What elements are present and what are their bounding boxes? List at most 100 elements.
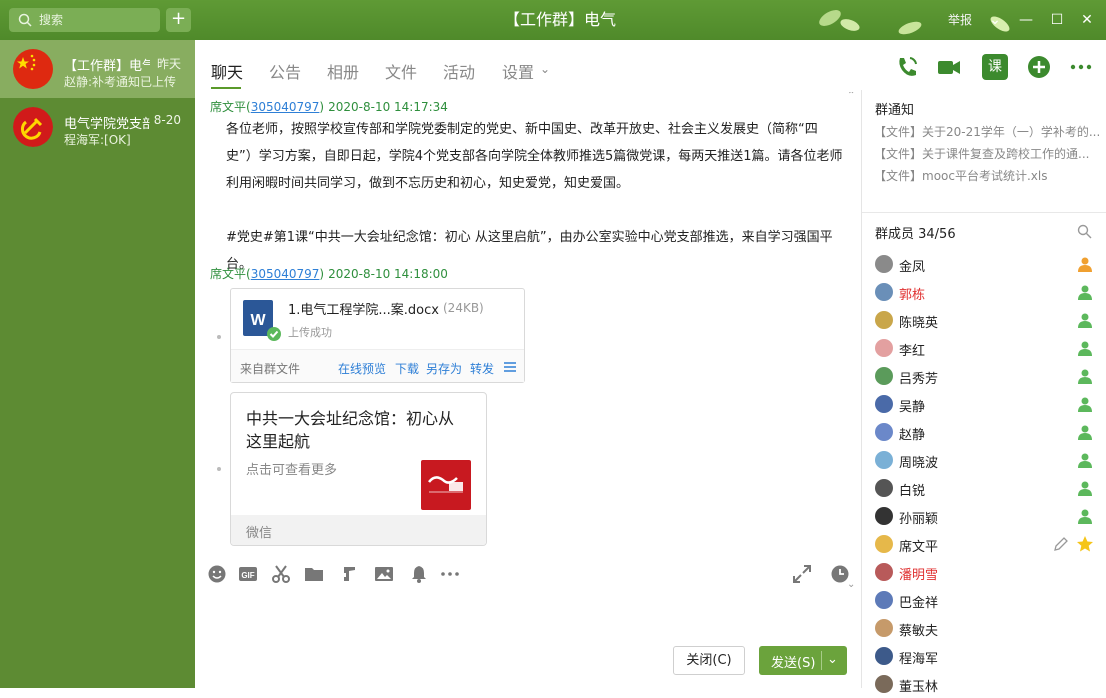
member-row[interactable]: 蔡敏夫 — [862, 614, 1106, 642]
music-icon[interactable] — [338, 564, 358, 584]
emoji-icon[interactable] — [207, 564, 227, 584]
tab-settings[interactable]: 设置 — [502, 59, 534, 83]
member-row[interactable]: 孙丽颖 — [862, 502, 1106, 530]
conversation-preview: 赵静:补考通知已上传 — [64, 75, 177, 89]
admin-icon — [1078, 313, 1092, 328]
link-subtitle: 点击可查看更多 — [246, 463, 338, 478]
svg-text:GIF: GIF — [241, 571, 254, 580]
search-icon — [18, 13, 32, 27]
notice-item[interactable]: 【文件】mooc平台考试统计.xls — [874, 167, 1099, 184]
tab-chat[interactable]: 聊天 — [211, 59, 243, 83]
send-options-chevron-icon[interactable]: ⌄ — [827, 652, 838, 667]
course-icon[interactable]: 课 — [982, 54, 1008, 80]
add-button[interactable]: + — [166, 8, 191, 32]
bell-icon[interactable] — [409, 564, 429, 584]
member-avatar — [875, 647, 893, 665]
gif-icon[interactable]: GIF — [238, 564, 258, 584]
member-row[interactable]: 李红 — [862, 334, 1106, 362]
admin-icon — [1078, 369, 1092, 384]
report-link[interactable]: 举报 — [948, 11, 972, 28]
link-source: 微信 — [246, 526, 273, 541]
conversation-preview: 程海军:[OK] — [64, 133, 131, 147]
sender-name: 席文平 — [210, 267, 247, 281]
bullet-dot — [217, 467, 221, 471]
admin-icon — [1078, 285, 1092, 300]
member-row[interactable]: 席文平 — [862, 530, 1106, 558]
message-line: 各位老师，按照学校宣传部和学院党委制定的党史、新中国史、改革开放史、社会主义发展… — [226, 122, 818, 137]
member-avatar — [875, 535, 893, 553]
member-name: 郭栋 — [899, 288, 926, 303]
conversation-list: 【工作群】电气 昨天 赵静:补考通知已上传 电气学院党支部 8-20 程海军:[… — [0, 40, 195, 688]
send-button[interactable]: 发送(S) ⌄ — [759, 646, 847, 675]
tab-announcement[interactable]: 公告 — [269, 59, 301, 83]
members-title: 群成员 34/56 — [875, 227, 956, 242]
video-call-icon[interactable] — [936, 54, 962, 80]
member-row[interactable]: 吕秀芳 — [862, 362, 1106, 390]
phone-icon[interactable] — [894, 54, 920, 80]
tab-files[interactable]: 文件 — [385, 59, 417, 83]
edit-icon[interactable] — [1052, 535, 1070, 553]
menu-icon[interactable] — [504, 362, 516, 372]
sender-qq-link[interactable]: 305040797 — [251, 267, 320, 281]
download-link[interactable]: 下载 — [395, 360, 419, 377]
member-avatar — [875, 255, 893, 273]
member-search-icon[interactable] — [1077, 224, 1092, 239]
forward-link[interactable]: 转发 — [470, 360, 494, 377]
file-card-footer: 来自群文件 在线预览 下载 另存为 转发 — [231, 349, 524, 382]
tab-album[interactable]: 相册 — [327, 59, 359, 83]
member-name: 赵静 — [899, 428, 926, 443]
expand-icon[interactable] — [792, 564, 812, 584]
member-row[interactable]: 董玉林 — [862, 670, 1106, 698]
member-name: 吴静 — [899, 400, 926, 415]
scroll-up-icon[interactable]: ⌃ — [847, 92, 855, 101]
member-row[interactable]: 巴金祥 — [862, 586, 1106, 614]
member-row[interactable]: 白锐 — [862, 474, 1106, 502]
star-icon — [1077, 536, 1093, 552]
member-row[interactable]: 陈晓英 — [862, 306, 1106, 334]
settings-chevron-icon[interactable]: ⌄ — [540, 62, 550, 76]
maximize-icon[interactable]: ☐ — [1047, 10, 1067, 30]
search-input[interactable]: 搜索 — [9, 8, 160, 32]
member-row[interactable]: 周晓波 — [862, 446, 1106, 474]
member-row[interactable]: 赵静 — [862, 418, 1106, 446]
close-button[interactable]: 关闭(C) — [673, 646, 745, 675]
conversation-item-party-branch[interactable]: 电气学院党支部 8-20 程海军:[OK] — [0, 98, 195, 156]
save-as-link[interactable]: 另存为 — [426, 360, 462, 377]
dropdown-icon[interactable]: ⌄ — [985, 10, 1005, 30]
history-clock-icon[interactable] — [830, 564, 850, 584]
link-card-footer: 微信 — [231, 515, 486, 545]
preview-online-link[interactable]: 在线预览 — [338, 360, 386, 377]
sender-qq-link[interactable]: 305040797 — [251, 100, 320, 114]
add-app-icon[interactable] — [1026, 54, 1052, 80]
conversation-item-work-group[interactable]: 【工作群】电气 昨天 赵静:补考通知已上传 — [0, 40, 195, 98]
scissors-icon[interactable] — [271, 564, 291, 584]
close-icon[interactable]: ✕ — [1077, 10, 1097, 30]
notice-item[interactable]: 【文件】关于20-21学年（一）学补考的... — [874, 123, 1099, 140]
member-avatar — [875, 675, 893, 693]
notice-item[interactable]: 【文件】关于课件复查及跨校工作的通... — [874, 145, 1099, 162]
conversation-name: 【工作群】电气 — [64, 59, 150, 74]
member-row[interactable]: 潘明雪 — [862, 558, 1106, 586]
member-row[interactable]: 程海军 — [862, 642, 1106, 670]
more-tools-icon[interactable] — [440, 564, 460, 584]
image-icon[interactable] — [374, 564, 394, 584]
message-timestamp: 2020-8-10 14:18:00 — [328, 267, 448, 281]
minimize-icon[interactable]: — — [1016, 10, 1036, 30]
member-row[interactable]: 金凤 — [862, 250, 1106, 278]
message-list: ⌃ 席文平(305040797) 2020-8-10 14:17:34 各位老师，… — [195, 92, 861, 592]
group-info-panel: 群通知 【文件】关于20-21学年（一）学补考的... 【文件】关于课件复查及跨… — [861, 90, 1106, 695]
owner-icon — [1078, 257, 1092, 272]
share-link-card[interactable]: 中共一大会址纪念馆：初心从这里起航 点击可查看更多 微信 — [230, 392, 487, 546]
admin-icon — [1078, 397, 1092, 412]
folder-icon[interactable] — [304, 564, 324, 584]
more-icon[interactable] — [1068, 54, 1094, 80]
china-flag-avatar — [13, 49, 53, 89]
member-name: 程海军 — [899, 652, 939, 667]
member-row[interactable]: 吴静 — [862, 390, 1106, 418]
tab-activity[interactable]: 活动 — [443, 59, 475, 83]
member-name: 席文平 — [899, 540, 939, 555]
file-card[interactable]: W 1.电气工程学院...案.docx (24KB) 上传成功 来自群文件 在线… — [230, 288, 525, 383]
member-row[interactable]: 郭栋 — [862, 278, 1106, 306]
xuexi-qiangguo-logo — [421, 460, 471, 510]
admin-icon — [1078, 509, 1092, 524]
